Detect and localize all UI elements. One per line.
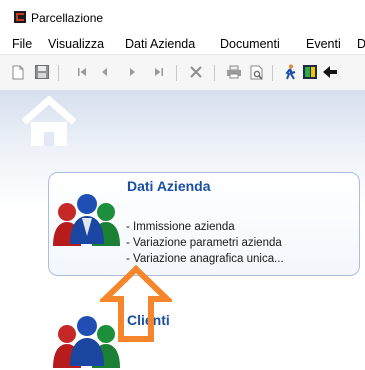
variazione-parametri-link[interactable]: - Variazione parametri azienda (126, 237, 282, 249)
first-record-icon[interactable] (74, 64, 90, 80)
menu-eventi[interactable]: Eventi (306, 36, 341, 52)
run-icon[interactable] (282, 64, 298, 80)
title-bar: Parcellazione (0, 0, 365, 32)
next-record-icon[interactable] (124, 64, 140, 80)
window-title: Parcellazione (31, 11, 104, 25)
immissione-azienda-link[interactable]: - Immissione azienda (126, 221, 235, 233)
menu-partial-item[interactable]: D (357, 36, 365, 52)
previous-record-icon[interactable] (97, 64, 113, 80)
menu-visualizza[interactable]: Visualizza (48, 36, 104, 52)
delete-icon[interactable] (188, 64, 204, 80)
toolbar-separator (58, 65, 59, 81)
toolbar-separator (176, 65, 177, 81)
dati-azienda-title[interactable]: Dati Azienda (127, 178, 211, 194)
print-preview-icon[interactable] (249, 64, 265, 80)
new-document-icon[interactable] (10, 64, 26, 80)
menu-file[interactable]: File (12, 36, 32, 52)
menu-documenti[interactable]: Documenti (220, 36, 280, 52)
toolbar (0, 54, 365, 91)
menu-bar: File Visualizza Dati Azienda Documenti E… (0, 32, 365, 54)
save-icon[interactable] (34, 64, 50, 80)
people-group-icon (53, 194, 120, 246)
back-arrow-icon[interactable] (322, 64, 338, 80)
app-logo-icon (14, 11, 26, 23)
orange-up-arrow-icon (100, 264, 172, 342)
home-icon[interactable] (20, 96, 78, 148)
toolbar-separator (272, 65, 273, 81)
toolbar-separator (214, 65, 215, 81)
exit-door-icon[interactable] (302, 64, 318, 80)
menu-dati-azienda[interactable]: Dati Azienda (125, 36, 195, 52)
print-icon[interactable] (226, 64, 242, 80)
last-record-icon[interactable] (151, 64, 167, 80)
